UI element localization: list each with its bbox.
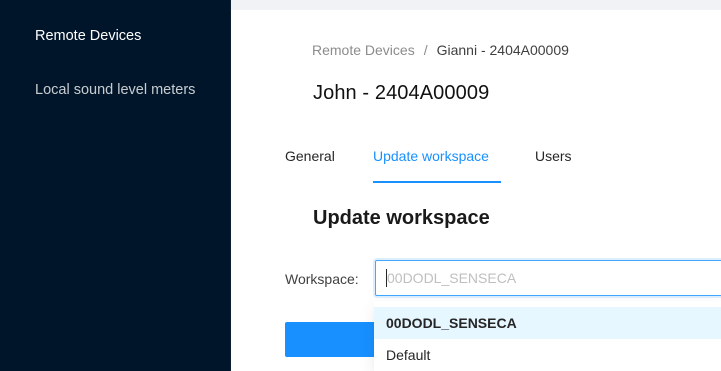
dropdown-option-00dodl-senseca[interactable]: 00DODL_SENSECA	[374, 307, 721, 339]
page-title: John - 2404A00009	[313, 82, 490, 104]
dropdown-option-default[interactable]: Default	[374, 339, 721, 371]
tab-update-workspace[interactable]: Update workspace	[373, 148, 489, 164]
active-tab-indicator	[373, 181, 501, 183]
update-workspace-submit-button[interactable]	[285, 322, 377, 357]
tab-users[interactable]: Users	[535, 148, 572, 164]
sidebar-item-remote-devices[interactable]: Remote Devices	[0, 26, 231, 46]
breadcrumb: Remote Devices / Gianni - 2404A00009	[312, 42, 569, 58]
breadcrumb-link-remote-devices[interactable]: Remote Devices	[312, 42, 415, 58]
workspace-select-placeholder: 00DODL_SENSECA	[387, 270, 517, 286]
workspace-label-text: Workspace	[285, 271, 355, 287]
breadcrumb-separator: /	[423, 42, 428, 58]
workspace-dropdown-menu: 00DODL_SENSECA Default	[374, 301, 721, 371]
section-title: Update workspace	[313, 207, 490, 229]
breadcrumb-current: Gianni - 2404A00009	[436, 42, 569, 58]
sidebar: Remote Devices Local sound level meters	[0, 0, 231, 371]
tab-bar: General Update workspace Users	[285, 148, 721, 184]
workspace-select[interactable]: 00DODL_SENSECA	[375, 260, 721, 296]
tab-general[interactable]: General	[285, 148, 335, 164]
workspace-label: Workspace:	[285, 271, 359, 287]
sidebar-item-local-sound-level-meters[interactable]: Local sound level meters	[0, 80, 231, 100]
workspace-label-colon: :	[354, 271, 359, 287]
